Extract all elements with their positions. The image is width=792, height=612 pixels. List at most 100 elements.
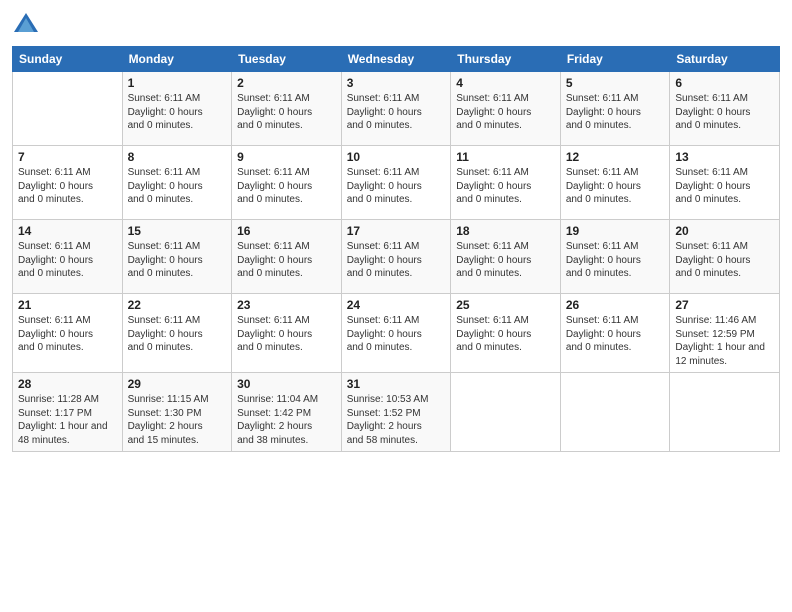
day-info: Sunset: 6:11 AM Daylight: 0 hours and 0 … <box>128 166 227 207</box>
day-number: 31 <box>347 377 446 391</box>
weekday-header-saturday: Saturday <box>670 47 780 72</box>
calendar-cell: 14Sunset: 6:11 AM Daylight: 0 hours and … <box>13 220 123 294</box>
calendar-cell: 21 Sunset: 6:11 AM Daylight: 0 hours and … <box>13 294 123 373</box>
calendar-cell: 27Sunrise: 11:46 AM Sunset: 12:59 PM Day… <box>670 294 780 373</box>
calendar-cell <box>670 373 780 452</box>
day-info: Sunrise: 11:46 AM Sunset: 12:59 PM Dayli… <box>675 314 774 368</box>
day-number: 7 <box>18 150 117 164</box>
header <box>12 10 780 38</box>
day-info: Sunset: 6:11 AM Daylight: 0 hours and 0 … <box>18 314 117 355</box>
weekday-header-friday: Friday <box>560 47 670 72</box>
day-info: Sunset: 6:11 AM Daylight: 0 hours and 0 … <box>566 240 665 281</box>
calendar-cell <box>451 373 561 452</box>
day-number: 1 <box>128 76 227 90</box>
calendar-cell: 30Sunrise: 11:04 AM Sunset: 1:42 PM Dayl… <box>232 373 342 452</box>
day-number: 17 <box>347 224 446 238</box>
day-info: Sunset: 6:11 AM Daylight: 0 hours and 0 … <box>347 240 446 281</box>
day-info: Sunrise: 11:28 AM Sunset: 1:17 PM Daylig… <box>18 393 117 447</box>
calendar-cell: 12 Sunset: 6:11 AM Daylight: 0 hours and … <box>560 146 670 220</box>
day-info: Sunset: 6:11 AM Daylight: 0 hours and 0 … <box>18 166 117 207</box>
day-info: Sunset: 6:11 AM Daylight: 0 hours and 0 … <box>237 166 336 207</box>
day-info: Sunset: 6:11 AM Daylight: 0 hours and 0 … <box>347 92 446 133</box>
day-info: Sunset: 6:11 AM Daylight: 0 hours and 0 … <box>456 166 555 207</box>
day-info: Sunset: 6:11 AM Daylight: 0 hours and 0 … <box>675 240 774 281</box>
calendar-cell: 3 Sunset: 6:11 AM Daylight: 0 hours and 0… <box>341 72 451 146</box>
calendar-cell: 23 Sunset: 6:11 AM Daylight: 0 hours and … <box>232 294 342 373</box>
day-number: 3 <box>347 76 446 90</box>
day-info: Sunset: 6:11 AM Daylight: 0 hours and 0 … <box>347 166 446 207</box>
day-number: 12 <box>566 150 665 164</box>
calendar-cell: 5 Sunset: 6:11 AM Daylight: 0 hours and 0… <box>560 72 670 146</box>
day-number: 21 <box>18 298 117 312</box>
weekday-header-wednesday: Wednesday <box>341 47 451 72</box>
calendar-cell: 18Sunset: 6:11 AM Daylight: 0 hours and … <box>451 220 561 294</box>
calendar-cell: 4 Sunset: 6:11 AM Daylight: 0 hours and 0… <box>451 72 561 146</box>
day-number: 13 <box>675 150 774 164</box>
day-number: 2 <box>237 76 336 90</box>
day-info: Sunset: 6:11 AM Daylight: 0 hours and 0 … <box>675 92 774 133</box>
day-number: 30 <box>237 377 336 391</box>
day-info: Sunset: 6:11 AM Daylight: 0 hours and 0 … <box>128 314 227 355</box>
day-number: 25 <box>456 298 555 312</box>
calendar-cell: 2 Sunset: 6:11 AM Daylight: 0 hours and 0… <box>232 72 342 146</box>
calendar-week-3: 14Sunset: 6:11 AM Daylight: 0 hours and … <box>13 220 780 294</box>
day-number: 16 <box>237 224 336 238</box>
day-number: 22 <box>128 298 227 312</box>
calendar-cell <box>13 72 123 146</box>
page: SundayMondayTuesdayWednesdayThursdayFrid… <box>0 0 792 612</box>
day-number: 23 <box>237 298 336 312</box>
calendar-week-5: 28 Sunrise: 11:28 AM Sunset: 1:17 PM Dayl… <box>13 373 780 452</box>
calendar-cell <box>560 373 670 452</box>
calendar-cell: 25 Sunset: 6:11 AM Daylight: 0 hours and … <box>451 294 561 373</box>
day-number: 5 <box>566 76 665 90</box>
calendar-cell: 24Sunset: 6:11 AM Daylight: 0 hours and … <box>341 294 451 373</box>
weekday-header-monday: Monday <box>122 47 232 72</box>
weekday-header-tuesday: Tuesday <box>232 47 342 72</box>
day-number: 9 <box>237 150 336 164</box>
day-number: 8 <box>128 150 227 164</box>
calendar-table: SundayMondayTuesdayWednesdayThursdayFrid… <box>12 46 780 452</box>
calendar-cell: 20Sunset: 6:11 AM Daylight: 0 hours and … <box>670 220 780 294</box>
day-info: Sunrise: 11:15 AM Sunset: 1:30 PM Daylig… <box>128 393 227 447</box>
calendar-cell: 15 Sunset: 6:11 AM Daylight: 0 hours and … <box>122 220 232 294</box>
day-number: 19 <box>566 224 665 238</box>
day-info: Sunset: 6:11 AM Daylight: 0 hours and 0 … <box>456 314 555 355</box>
day-number: 28 <box>18 377 117 391</box>
calendar-cell: 1 Sunset: 6:11 AM Daylight: 0 hours and 0… <box>122 72 232 146</box>
day-number: 15 <box>128 224 227 238</box>
calendar-cell: 17 Sunset: 6:11 AM Daylight: 0 hours and … <box>341 220 451 294</box>
day-info: Sunset: 6:11 AM Daylight: 0 hours and 0 … <box>456 240 555 281</box>
day-info: Sunset: 6:11 AM Daylight: 0 hours and 0 … <box>18 240 117 281</box>
calendar-cell: 9 Sunset: 6:11 AM Daylight: 0 hours and 0… <box>232 146 342 220</box>
weekday-header-sunday: Sunday <box>13 47 123 72</box>
calendar-cell: 13 Sunset: 6:11 AM Daylight: 0 hours and … <box>670 146 780 220</box>
calendar-week-2: 7 Sunset: 6:11 AM Daylight: 0 hours and 0… <box>13 146 780 220</box>
day-number: 26 <box>566 298 665 312</box>
day-info: Sunset: 6:11 AM Daylight: 0 hours and 0 … <box>237 240 336 281</box>
day-info: Sunset: 6:11 AM Daylight: 0 hours and 0 … <box>566 92 665 133</box>
day-info: Sunset: 6:11 AM Daylight: 0 hours and 0 … <box>237 314 336 355</box>
day-info: Sunset: 6:11 AM Daylight: 0 hours and 0 … <box>675 166 774 207</box>
day-info: Sunset: 6:11 AM Daylight: 0 hours and 0 … <box>456 92 555 133</box>
calendar-cell: 7 Sunset: 6:11 AM Daylight: 0 hours and 0… <box>13 146 123 220</box>
day-number: 10 <box>347 150 446 164</box>
day-info: Sunset: 6:11 AM Daylight: 0 hours and 0 … <box>566 166 665 207</box>
weekday-header-thursday: Thursday <box>451 47 561 72</box>
day-info: Sunset: 6:11 AM Daylight: 0 hours and 0 … <box>128 240 227 281</box>
calendar-cell: 11Sunset: 6:11 AM Daylight: 0 hours and … <box>451 146 561 220</box>
day-number: 4 <box>456 76 555 90</box>
calendar-cell: 19 Sunset: 6:11 AM Daylight: 0 hours and … <box>560 220 670 294</box>
logo <box>12 10 44 38</box>
day-info: Sunset: 6:11 AM Daylight: 0 hours and 0 … <box>237 92 336 133</box>
day-info: Sunset: 6:11 AM Daylight: 0 hours and 0 … <box>347 314 446 355</box>
calendar-cell: 6Sunset: 6:11 AM Daylight: 0 hours and 0… <box>670 72 780 146</box>
day-info: Sunset: 6:11 AM Daylight: 0 hours and 0 … <box>566 314 665 355</box>
day-info: Sunset: 6:11 AM Daylight: 0 hours and 0 … <box>128 92 227 133</box>
day-number: 29 <box>128 377 227 391</box>
calendar-week-4: 21 Sunset: 6:11 AM Daylight: 0 hours and … <box>13 294 780 373</box>
calendar-cell: 31 Sunrise: 10:53 AM Sunset: 1:52 PM Dayl… <box>341 373 451 452</box>
calendar-cell: 28 Sunrise: 11:28 AM Sunset: 1:17 PM Dayl… <box>13 373 123 452</box>
day-info: Sunrise: 10:53 AM Sunset: 1:52 PM Daylig… <box>347 393 446 447</box>
calendar-cell: 26 Sunset: 6:11 AM Daylight: 0 hours and … <box>560 294 670 373</box>
calendar-cell: 16 Sunset: 6:11 AM Daylight: 0 hours and … <box>232 220 342 294</box>
